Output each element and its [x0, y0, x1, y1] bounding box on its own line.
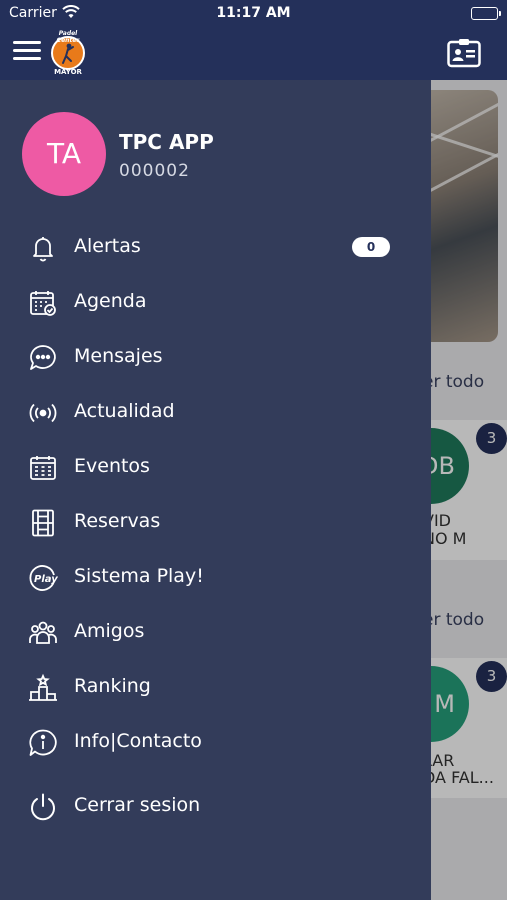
- friends-icon: [28, 618, 58, 648]
- club-logo: Padel Center MAYOR: [49, 30, 87, 76]
- menu-item-label: Agenda: [74, 290, 147, 312]
- logo-top-text: Padel Center: [56, 30, 80, 44]
- profile-name: TPC APP: [119, 130, 214, 154]
- menu-item-agenda[interactable]: Agenda: [0, 277, 431, 327]
- info-icon: [28, 728, 58, 758]
- logo-bottom-text: MAYOR: [54, 68, 82, 76]
- calendar-grid-icon: [28, 453, 58, 483]
- app-header: Padel Center MAYOR: [0, 28, 507, 80]
- menu-item-reservas[interactable]: Reservas: [0, 497, 431, 547]
- menu-item-label: Info|Contacto: [74, 730, 202, 752]
- menu-item-label: Reservas: [74, 510, 161, 532]
- menu-item-label: Ranking: [74, 675, 151, 697]
- menu-item-label: Cerrar sesion: [74, 794, 201, 816]
- profile-id: 000002: [119, 161, 190, 181]
- chat-bubble-icon: [28, 343, 58, 373]
- broadcast-icon: [28, 398, 58, 428]
- menu-item-ranking[interactable]: Ranking: [0, 662, 431, 712]
- id-card-icon[interactable]: [447, 38, 481, 68]
- menu-item-sistema-play[interactable]: Play Sistema Play!: [0, 552, 431, 602]
- clock: 11:17 AM: [216, 5, 291, 21]
- podium-icon: [28, 673, 58, 703]
- menu-item-label: Sistema Play!: [74, 565, 204, 587]
- status-bar: Carrier 11:17 AM: [0, 0, 507, 28]
- hamburger-icon[interactable]: [13, 40, 41, 62]
- navigation-drawer: TA TPC APP 000002 Alertas 0 Agenda Mensa…: [0, 80, 431, 900]
- bell-icon: [28, 233, 58, 263]
- svg-text:Play: Play: [34, 574, 58, 585]
- logout-button[interactable]: Cerrar sesion: [0, 781, 431, 831]
- profile-avatar[interactable]: TA: [22, 112, 106, 196]
- menu-item-label: Eventos: [74, 455, 150, 477]
- menu-item-alertas[interactable]: Alertas 0: [0, 222, 431, 272]
- menu-item-amigos[interactable]: Amigos: [0, 607, 431, 657]
- alerts-count-badge: 0: [352, 237, 390, 257]
- menu-item-label: Actualidad: [74, 400, 175, 422]
- menu-item-eventos[interactable]: Eventos: [0, 442, 431, 492]
- play-badge-icon: Play: [28, 563, 58, 593]
- menu-item-actualidad[interactable]: Actualidad: [0, 387, 431, 437]
- menu-item-mensajes[interactable]: Mensajes: [0, 332, 431, 382]
- menu-item-label: Mensajes: [74, 345, 163, 367]
- menu-item-label: Alertas: [74, 235, 141, 257]
- calendar-check-icon: [28, 288, 58, 318]
- battery-icon: [471, 7, 501, 20]
- menu-item-info-contacto[interactable]: Info|Contacto: [0, 717, 431, 767]
- court-icon: [28, 508, 58, 538]
- menu-item-label: Amigos: [74, 620, 145, 642]
- power-icon: [28, 792, 58, 822]
- drawer-scrim[interactable]: [431, 80, 507, 900]
